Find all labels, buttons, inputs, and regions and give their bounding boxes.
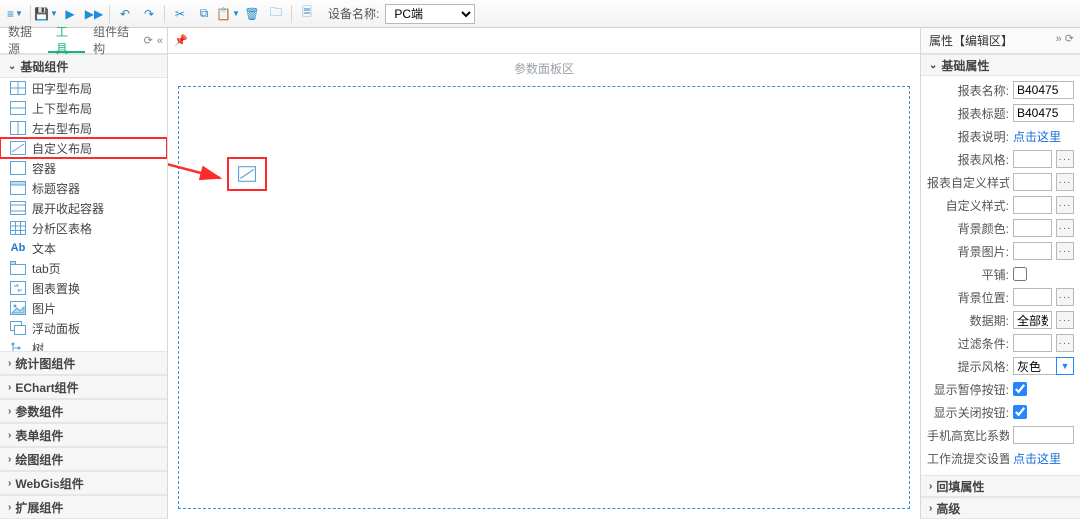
prop-cstylehdr-input[interactable] xyxy=(1013,173,1052,191)
tab-struct[interactable]: 组件结构 xyxy=(85,28,144,53)
main-toolbar: ≡▼ 💾▼ ▶ ▶▶ ↶ ↷ ✂ ⧉ 📋▼ 🗑 🗀 🗏 设备名称: PC端 xyxy=(0,0,1080,28)
prop-bgimg-btn[interactable]: ··· xyxy=(1056,242,1074,260)
prop-style-input[interactable] xyxy=(1013,150,1052,168)
prop-bgcolor-input[interactable] xyxy=(1013,219,1052,237)
prop-bgpos-btn[interactable]: ··· xyxy=(1056,288,1074,306)
item-lr-layout[interactable]: 左右型布局 xyxy=(0,118,167,138)
section-param[interactable]: ›参数组件 xyxy=(0,399,167,423)
device-label: 设备名称: xyxy=(328,5,379,22)
item-float-panel[interactable]: 浮动面板 xyxy=(0,318,167,338)
prop-desc-link[interactable]: 点击这里 xyxy=(1013,128,1061,145)
props-section-adv[interactable]: ›高级 xyxy=(921,497,1080,519)
paste-icon[interactable]: 📋▼ xyxy=(217,3,239,25)
item-tab[interactable]: tab页 xyxy=(0,258,167,278)
dropped-custom-layout[interactable] xyxy=(227,157,267,191)
undo-icon[interactable]: ↶ xyxy=(114,3,136,25)
collapse-right-icon[interactable]: » ⟳ xyxy=(1056,32,1074,45)
prop-tipstyle-drop[interactable]: ▼ xyxy=(1056,357,1074,375)
section-echart[interactable]: ›EChart组件 xyxy=(0,375,167,399)
prop-cstylehdr-btn[interactable]: ··· xyxy=(1056,173,1074,191)
item-swap[interactable]: 图表置换 xyxy=(0,278,167,298)
fast-play-icon[interactable]: ▶▶ xyxy=(83,3,105,25)
prop-filter-btn[interactable]: ··· xyxy=(1056,334,1074,352)
device-select[interactable]: PC端 xyxy=(385,4,475,24)
prop-showclose-check[interactable] xyxy=(1013,405,1027,419)
param-area-label: 参数面板区 xyxy=(176,60,912,78)
prop-bgpos-input[interactable] xyxy=(1013,288,1052,306)
basic-items: 田字型布局 上下型布局 左右型布局 自定义布局 容器 标题容器 展开收起容器 分… xyxy=(0,78,167,351)
left-tabs: 数据源 工具 组件结构 ⟳ « xyxy=(0,28,167,54)
tab-tools[interactable]: 工具 xyxy=(48,28,85,53)
section-paint[interactable]: ›绘图组件 xyxy=(0,447,167,471)
prop-ratio-input[interactable] xyxy=(1013,426,1074,444)
prop-tipstyle-input[interactable] xyxy=(1013,357,1056,375)
prop-title-input[interactable] xyxy=(1013,104,1074,122)
item-expand-container[interactable]: 展开收起容器 xyxy=(0,198,167,218)
menu-icon[interactable]: ≡▼ xyxy=(4,3,26,25)
prop-showpause-check[interactable] xyxy=(1013,382,1027,396)
item-updown-layout[interactable]: 上下型布局 xyxy=(0,98,167,118)
props-section-fill[interactable]: ›回填属性 xyxy=(921,475,1080,497)
basic-props: 报表名称: 报表标题: 报表说明:点击这里 报表风格:··· 报表自定义样式:·… xyxy=(921,76,1080,472)
pin-icon[interactable]: 📌 xyxy=(174,34,188,47)
folder-icon[interactable]: 🗀 xyxy=(265,3,287,25)
page-icon[interactable]: 🗏 xyxy=(296,3,318,25)
prop-tile-check[interactable] xyxy=(1013,267,1027,281)
item-title-container[interactable]: 标题容器 xyxy=(0,178,167,198)
play-icon[interactable]: ▶ xyxy=(59,3,81,25)
section-basic[interactable]: ⌄基础组件 xyxy=(0,54,167,78)
item-custom-layout[interactable]: 自定义布局 xyxy=(0,138,167,158)
refresh-icon[interactable]: ⟳ xyxy=(144,34,153,47)
item-grid[interactable]: 分析区表格 xyxy=(0,218,167,238)
prop-cstyle-btn[interactable]: ··· xyxy=(1056,196,1074,214)
prop-name-input[interactable] xyxy=(1013,81,1074,99)
save-icon[interactable]: 💾▼ xyxy=(35,3,57,25)
prop-bgimg-input[interactable] xyxy=(1013,242,1052,260)
section-stat[interactable]: ›统计图组件 xyxy=(0,351,167,375)
redo-icon[interactable]: ↷ xyxy=(138,3,160,25)
section-ext[interactable]: ›扩展组件 xyxy=(0,495,167,519)
properties-panel: 属性【编辑区】 » ⟳ ⌄基础属性 报表名称: 报表标题: 报表说明:点击这里 … xyxy=(920,28,1080,519)
copy-icon[interactable]: ⧉ xyxy=(193,3,215,25)
cut-icon[interactable]: ✂ xyxy=(169,3,191,25)
design-canvas[interactable] xyxy=(178,86,910,509)
item-tree[interactable]: 树 xyxy=(0,338,167,351)
item-image[interactable]: 图片 xyxy=(0,298,167,318)
prop-style-btn[interactable]: ··· xyxy=(1056,150,1074,168)
item-tian-layout[interactable]: 田字型布局 xyxy=(0,78,167,98)
tab-data[interactable]: 数据源 xyxy=(0,28,48,53)
prop-filter-input[interactable] xyxy=(1013,334,1052,352)
prop-wf-link[interactable]: 点击这里 xyxy=(1013,450,1061,467)
item-text[interactable]: Ab文本 xyxy=(0,238,167,258)
left-panel: 数据源 工具 组件结构 ⟳ « ⌄基础组件 田字型布局 上下型布局 左右型布局 … xyxy=(0,28,168,519)
prop-period-btn[interactable]: ··· xyxy=(1056,311,1074,329)
prop-period-input[interactable] xyxy=(1013,311,1052,329)
item-container[interactable]: 容器 xyxy=(0,158,167,178)
delete-icon[interactable]: 🗑 xyxy=(241,3,263,25)
collapse-left-icon[interactable]: « xyxy=(157,35,163,47)
props-section-basic[interactable]: ⌄基础属性 xyxy=(921,54,1080,76)
canvas-area: 📌 参数面板区 xyxy=(168,28,920,519)
prop-cstyle-input[interactable] xyxy=(1013,196,1052,214)
section-webgis[interactable]: ›WebGis组件 xyxy=(0,471,167,495)
section-table[interactable]: ›表单组件 xyxy=(0,423,167,447)
properties-title: 属性【编辑区】 » ⟳ xyxy=(921,28,1080,54)
prop-bgcolor-btn[interactable]: ··· xyxy=(1056,219,1074,237)
